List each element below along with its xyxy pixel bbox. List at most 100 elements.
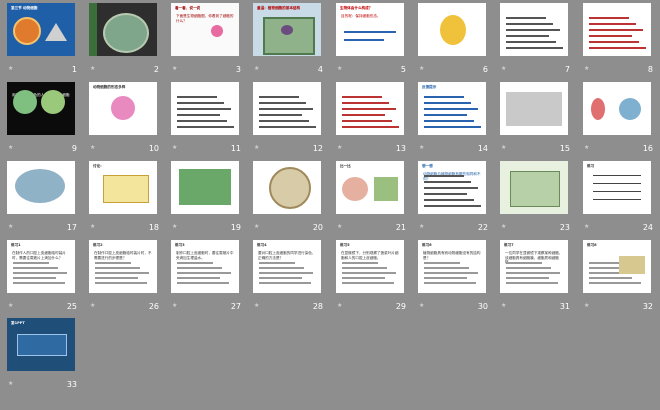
slide-thumbnail[interactable]: ★ 16 xyxy=(576,82,658,161)
animation-icon: ★ xyxy=(584,223,590,230)
slide-thumbnail[interactable]: 练习3 制作口腔上皮细胞时，要往载玻片中央滴加生理盐水。 ★ 27 xyxy=(164,240,246,319)
text-line xyxy=(506,29,560,31)
slide-thumbnail[interactable]: 动物细胞的形态多样 ★ 10 xyxy=(82,82,164,161)
text-line xyxy=(95,267,140,269)
slide-thumbnail[interactable]: 第1PPT ★ 33 xyxy=(0,318,82,397)
slide-thumbnail[interactable]: ★ 19 xyxy=(164,161,246,240)
slide-thumbnail[interactable]: 练习1 在制作人的口腔上皮细胞临时装片时，需要往载玻片上滴加什么？ ★ 25 xyxy=(0,240,82,319)
slide-thumbnail[interactable]: ★ 15 xyxy=(493,82,575,161)
slide-thumbnail[interactable]: 练习6 植物细胞具有而动物细胞没有的结构是？ ★ 30 xyxy=(411,240,493,319)
slide-thumbnail[interactable]: ★ 23 xyxy=(493,161,575,240)
slide-thumbnail[interactable]: 生物体由什么构成？ 目的呢：保持细胞形态。 ★ 5 xyxy=(329,3,411,82)
slide-number: 33 xyxy=(66,380,77,389)
text-line xyxy=(424,205,481,207)
slide-number: 11 xyxy=(230,144,241,153)
slide-number: 2 xyxy=(153,65,159,74)
cell-3d-image xyxy=(15,169,65,203)
slide-number: 7 xyxy=(564,65,570,74)
animation-icon: ★ xyxy=(254,302,260,309)
slide-thumbnail[interactable]: 练习5 在显微镜下，分别观察了菠菜叶片细胞和人的口腔上皮细胞。 ★ 29 xyxy=(329,240,411,319)
text-line xyxy=(424,108,478,110)
slide-thumbnail[interactable]: 比一比 ★ 21 xyxy=(329,161,411,240)
animation-icon: ★ xyxy=(501,223,507,230)
text-line xyxy=(13,272,67,274)
flower-image xyxy=(111,96,135,120)
slide-number: 23 xyxy=(559,223,570,232)
text-line xyxy=(177,272,231,274)
animation-icon: ★ xyxy=(419,223,425,230)
slide-thumbnail[interactable]: 练习4 要对口腔上皮细胞的同学进行染色，正确的方法是？ ★ 28 xyxy=(246,240,328,319)
cell-image xyxy=(619,98,641,120)
slide-thumbnail[interactable]: 练习 ★ 24 xyxy=(576,161,658,240)
slide-thumbnail[interactable]: ★ 6 xyxy=(411,3,493,82)
text-line xyxy=(506,17,546,19)
text-line xyxy=(589,47,646,49)
flower-icon xyxy=(211,25,223,37)
slide-thumbnail[interactable]: ★ 13 xyxy=(329,82,411,161)
slide-thumbnail[interactable]: ★ 12 xyxy=(246,82,328,161)
question-image xyxy=(619,256,645,274)
slide-title: 看一看、说一说 xyxy=(175,6,201,10)
slide-thumbnail[interactable]: ★ 17 xyxy=(0,161,82,240)
slide-title: 练习5 xyxy=(340,243,350,247)
cell-image xyxy=(13,17,41,45)
animation-icon: ★ xyxy=(337,302,343,309)
animation-icon: ★ xyxy=(584,302,590,309)
slide-thumbnail[interactable]: 第三节 动物细胞 ★ 1 xyxy=(0,3,82,82)
slide-preview: 想一想 动物细胞与植物细胞有哪些相同和不同？ xyxy=(418,161,486,214)
text-line xyxy=(259,126,316,128)
slide-thumbnail[interactable]: 重温：植物细胞的基本结构 ★ 4 xyxy=(246,3,328,82)
slide-thumbnail[interactable]: ★ 2 xyxy=(82,3,164,82)
slide-thumbnail[interactable]: ★ 20 xyxy=(246,161,328,240)
animation-icon: ★ xyxy=(172,223,178,230)
slide-thumbnail[interactable]: 用不同染料染色的人体口腔上皮细胞 ★ 9 xyxy=(0,82,82,161)
animation-icon: ★ xyxy=(8,65,14,72)
slide-number: 10 xyxy=(148,144,159,153)
animation-icon: ★ xyxy=(8,380,14,387)
micro-image xyxy=(13,90,37,114)
text-line xyxy=(424,102,471,104)
slide-title: 练习8 xyxy=(587,243,597,247)
text-line xyxy=(95,262,131,264)
slide-thumbnail[interactable]: 看一看、说一说 下面是生物细胞图，你看到了细胞的什么？ ★ 3 xyxy=(164,3,246,82)
animation-icon: ★ xyxy=(584,144,590,151)
text-line xyxy=(95,277,138,279)
slide-thumbnail[interactable]: ★ 11 xyxy=(164,82,246,161)
slide-thumbnail[interactable]: 想一想 动物细胞与植物细胞有哪些相同和不同？ ★ 22 xyxy=(411,161,493,240)
slide-body: 植物细胞具有而动物细胞没有的结构是？ xyxy=(423,251,481,260)
diagram-line xyxy=(593,183,641,184)
slide-thumbnail[interactable]: ★ 7 xyxy=(493,3,575,82)
text-line xyxy=(344,39,384,41)
slide-body: 在制作口腔上皮细胞临时装片时，不需要进行的步骤是？ xyxy=(94,251,152,260)
slide-thumbnail[interactable]: 练习8 ★ 32 xyxy=(576,240,658,319)
text-line xyxy=(589,17,629,19)
slide-thumbnail[interactable]: 练习7一位同学在显微镜下观察某种细胞，该细胞具有细胞膜、细胞质和细胞核。 ★ 31 xyxy=(493,240,575,319)
slide-thumbnail[interactable]: 讨论： ★ 18 xyxy=(82,161,164,240)
slide-number: 29 xyxy=(395,302,406,311)
slide-preview xyxy=(500,161,568,214)
animation-icon: ★ xyxy=(337,65,343,72)
slide-number: 21 xyxy=(395,223,406,232)
slide-title: 练习4 xyxy=(257,243,267,247)
animation-icon: ★ xyxy=(172,65,178,72)
cell-image xyxy=(179,169,231,205)
slide-thumbnail[interactable]: 反馈提示 ★ 14 xyxy=(411,82,493,161)
text-line xyxy=(506,277,549,279)
slide-preview: 练习4 要对口腔上皮细胞的同学进行染色，正确的方法是？ xyxy=(253,240,321,293)
text-line xyxy=(424,199,474,201)
text-line xyxy=(589,41,639,43)
slide-title: 练习7 xyxy=(504,243,514,247)
text-line xyxy=(424,262,460,264)
animation-icon: ★ xyxy=(8,302,14,309)
text-line xyxy=(506,47,563,49)
slide-thumbnail[interactable]: ★ 8 xyxy=(576,3,658,82)
animation-icon: ★ xyxy=(8,223,14,230)
slide-preview xyxy=(583,3,651,56)
text-line xyxy=(259,277,302,279)
slide-title: 练习1 xyxy=(11,243,21,247)
nucleus xyxy=(281,25,293,35)
bird-image xyxy=(45,23,67,41)
slide-thumbnail[interactable]: 练习2 在制作口腔上皮细胞临时装片时，不需要进行的步骤是？ ★ 26 xyxy=(82,240,164,319)
slide-title: 想一想 xyxy=(422,164,433,168)
micro-image xyxy=(41,90,65,114)
